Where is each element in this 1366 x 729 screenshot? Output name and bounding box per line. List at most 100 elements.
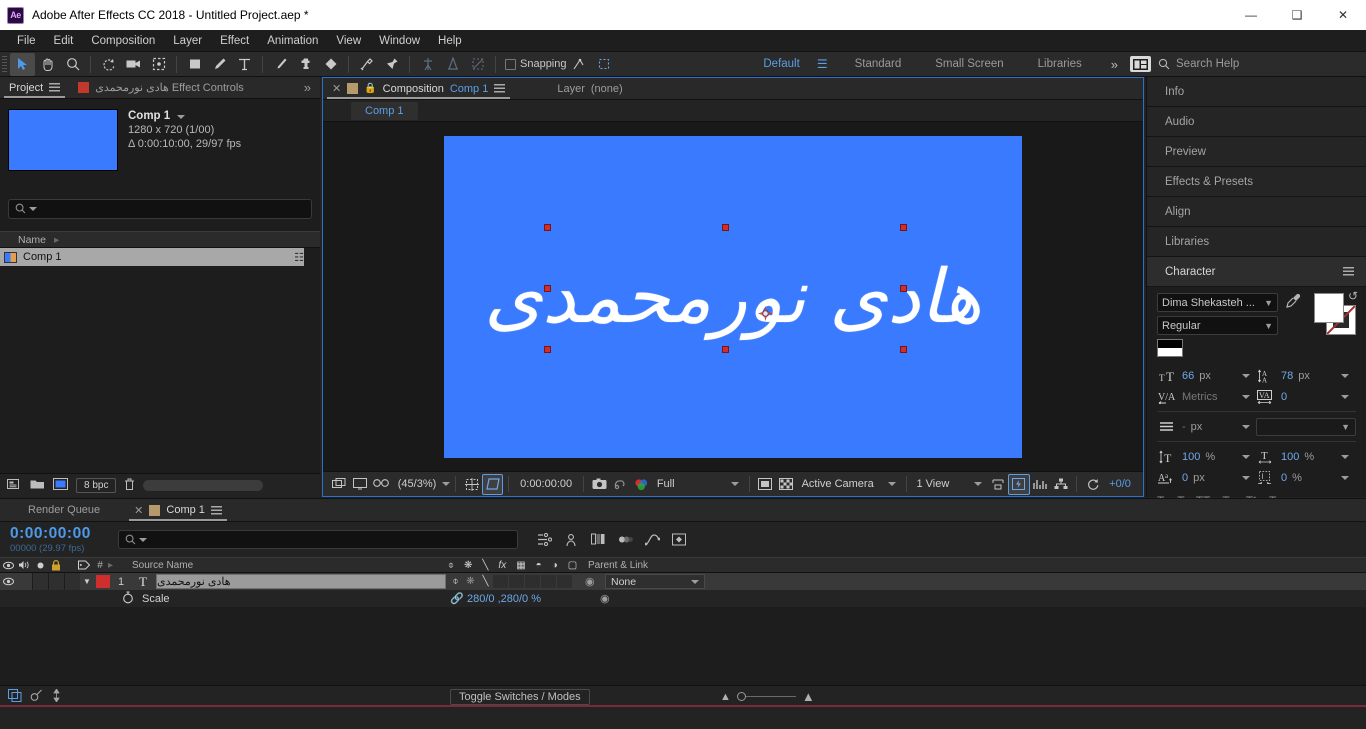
motion-blur-icon[interactable]	[613, 529, 637, 551]
selection-handle-tc[interactable]	[722, 223, 729, 231]
selection-handle-bc[interactable]	[722, 345, 729, 353]
font-style-select[interactable]: Regular ▼	[1157, 316, 1278, 335]
quality-switch-icon[interactable]: ╲	[482, 560, 488, 571]
main-viewer-icon[interactable]	[350, 474, 371, 495]
menu-animation[interactable]: Animation	[258, 30, 327, 52]
transform-box-icon[interactable]	[465, 53, 490, 76]
selection-tool-icon[interactable]	[10, 52, 35, 76]
tab-composition[interactable]: ✕ 🔒 Composition Comp 1	[323, 78, 514, 99]
rotation-tool-icon[interactable]	[96, 53, 121, 76]
tab-project[interactable]: Project	[0, 77, 69, 98]
kerning-chevron-icon[interactable]	[1242, 394, 1250, 399]
collapse-transform-icon[interactable]: ❋	[464, 560, 472, 571]
font-size-chevron-icon[interactable]	[1242, 373, 1250, 378]
scale-link-icon[interactable]: 🔗	[450, 592, 464, 605]
dock-panel-audio[interactable]: Audio	[1147, 107, 1366, 137]
timeline-panel-menu-icon[interactable]	[210, 505, 222, 515]
menu-help[interactable]: Help	[429, 30, 471, 52]
layer-3d-toggle[interactable]	[557, 575, 572, 588]
layer-label-color[interactable]	[96, 575, 110, 588]
views-dropdown[interactable]: 1 View	[911, 478, 987, 490]
font-style-chevron-icon[interactable]: ▼	[1260, 321, 1273, 331]
parent-select[interactable]: None	[605, 574, 705, 589]
selection-handle-tl[interactable]	[544, 223, 551, 231]
parent-pickwhip-icon[interactable]: ◉	[585, 575, 595, 588]
fill-color-swatch[interactable]	[1314, 293, 1344, 323]
tab-timeline-comp1[interactable]: ✕ Comp 1	[125, 499, 231, 521]
property-pickwhip-icon[interactable]: ◉	[600, 592, 610, 605]
tab-layer[interactable]: Layer (none)	[548, 78, 631, 99]
sort-indicator-icon[interactable]: ▸	[54, 234, 59, 246]
hide-shy-layers-icon[interactable]	[559, 529, 583, 551]
camera-dropdown[interactable]: Active Camera	[797, 478, 901, 490]
timeline-search-chevron-icon[interactable]	[139, 537, 147, 542]
horizontal-scale-field[interactable]: T 100 %	[1256, 450, 1355, 464]
snapping-toggle[interactable]: Snapping	[505, 58, 567, 70]
label-tag-icon[interactable]	[76, 560, 92, 570]
layer-collapse-icon[interactable]: ❋	[463, 576, 478, 587]
project-tabs-overflow[interactable]: »	[295, 77, 320, 98]
anchor-point-icon[interactable]	[758, 305, 773, 321]
selection-handle-tr[interactable]	[900, 223, 907, 231]
audio-speaker-icon[interactable]	[16, 560, 32, 570]
toggle-switches-modes-button[interactable]: Toggle Switches / Modes	[450, 688, 590, 705]
stroke-style-select[interactable]: ▼	[1256, 417, 1356, 436]
canvas-text-layer[interactable]: هادی نورمحمدی	[444, 136, 1022, 458]
channel-rgb-icon[interactable]	[631, 474, 652, 495]
graph-editor-icon[interactable]	[640, 529, 664, 551]
dock-panel-character[interactable]: Character	[1147, 257, 1366, 287]
property-value[interactable]: 280/0 ,280/0 %	[467, 593, 541, 605]
auto-keyframe-icon[interactable]	[667, 529, 691, 551]
workspace-layout-icon[interactable]	[1130, 56, 1151, 72]
stroke-style-chevron-icon[interactable]: ▼	[1341, 422, 1355, 432]
selection-handle-mr[interactable]	[900, 284, 907, 292]
search-options-chevron-icon[interactable]	[29, 207, 37, 211]
zoom-out-icon[interactable]: ▲	[720, 691, 731, 703]
column-sort-icon[interactable]: ▸	[108, 560, 124, 571]
selection-handle-bl[interactable]	[544, 345, 551, 353]
clone-stamp-tool-icon[interactable]	[293, 53, 318, 76]
frame-blend-switch-icon[interactable]: ▦	[516, 560, 525, 571]
camera-tool-icon[interactable]	[121, 53, 146, 76]
shy-switch-icon[interactable]: ⌽	[448, 560, 454, 571]
resolution-dropdown[interactable]: Full	[652, 478, 744, 490]
effects-switch-icon[interactable]: fx	[498, 560, 506, 571]
black-white-swatch[interactable]	[1157, 339, 1183, 357]
align-center-icon[interactable]	[440, 53, 465, 76]
type-tool-icon[interactable]	[232, 53, 257, 76]
lock-icon[interactable]: 🔒	[364, 83, 376, 94]
stroke-width-field[interactable]: - px	[1157, 421, 1256, 433]
minimize-button[interactable]: —	[1228, 0, 1274, 30]
dock-panel-align[interactable]: Align	[1147, 197, 1366, 227]
layer-shy-icon[interactable]: ⌽	[448, 576, 463, 587]
adjustment-layer-switch-icon[interactable]: ◑	[552, 560, 558, 571]
pan-behind-tool-icon[interactable]	[146, 53, 171, 76]
maximize-button[interactable]: ❑	[1274, 0, 1320, 30]
eyedropper-icon[interactable]	[1284, 293, 1302, 309]
timeline-search-input[interactable]	[118, 530, 518, 549]
grid-guides-icon[interactable]	[461, 474, 482, 495]
dock-panel-info[interactable]: Info	[1147, 77, 1366, 107]
search-help-box[interactable]: Search Help	[1151, 55, 1366, 74]
close-button[interactable]: ✕	[1320, 0, 1366, 30]
new-folder-icon[interactable]	[30, 478, 45, 493]
magnification-chevron-icon[interactable]	[442, 482, 451, 486]
comp-flowchart-icon[interactable]	[1050, 474, 1071, 495]
snapping-checkbox[interactable]	[505, 58, 516, 70]
vertical-scale-chevron-icon[interactable]	[1242, 454, 1250, 459]
roto-brush-tool-icon[interactable]	[354, 53, 379, 76]
layer-quality-icon[interactable]: ╲	[478, 576, 493, 587]
snap-target-icon[interactable]	[567, 53, 592, 76]
layer-effects-toggle[interactable]	[493, 575, 508, 588]
comp-flowchart-icon[interactable]: ☷	[294, 251, 304, 264]
composition-mini-flowchart-icon[interactable]	[532, 529, 556, 551]
timeline-graph-icon[interactable]	[1030, 474, 1051, 495]
vertical-scale-field[interactable]: T 100 %	[1157, 449, 1256, 464]
layer-expand-arrow-icon[interactable]: ▼	[80, 577, 94, 586]
timeline-property-row[interactable]: Scale 🔗 280/0 ,280/0 % ◉	[0, 590, 1366, 607]
eraser-tool-icon[interactable]	[318, 53, 343, 76]
snapshot-camera-icon[interactable]	[589, 474, 610, 495]
timeline-layer-row[interactable]: ▼ 1 T هادی نورمحمدی ⌽ ❋ ╲ ◉ None	[0, 573, 1366, 590]
selection-handle-br[interactable]	[900, 345, 907, 353]
align-person-icon[interactable]	[415, 53, 440, 76]
